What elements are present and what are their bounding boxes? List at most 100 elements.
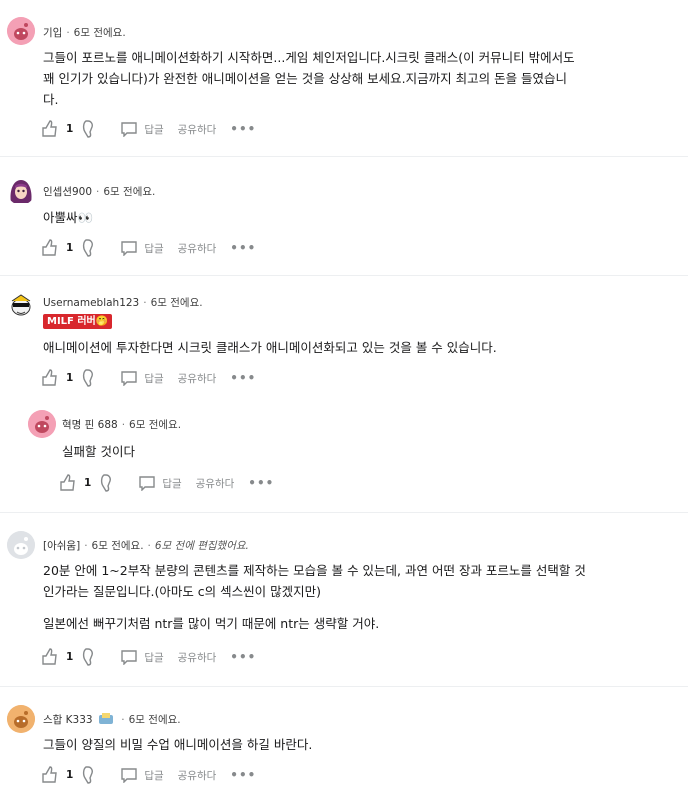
- upvote-icon[interactable]: [40, 238, 60, 258]
- share-button[interactable]: 공유하다: [196, 476, 235, 491]
- comment-body: 그들이 양질의 비밀 수업 애니메이션을 하길 바란다.: [43, 734, 312, 755]
- username[interactable]: 기입: [43, 27, 62, 39]
- vote-count: 1: [66, 372, 74, 384]
- username[interactable]: [아쉬움]: [43, 540, 80, 552]
- timestamp[interactable]: 6모 전에요.: [103, 186, 155, 198]
- username[interactable]: 혁명 핀 688: [62, 419, 118, 431]
- comment-meta: 기입 · 6모 전에요.: [43, 26, 126, 40]
- reply-button[interactable]: 답글: [120, 240, 164, 256]
- upvote-icon[interactable]: [40, 368, 60, 388]
- reply-label: 답글: [144, 769, 164, 782]
- comment-actions: 1 답글 공유하다 •••: [40, 237, 256, 259]
- comment-actions: 1 답글 공유하다 •••: [40, 118, 256, 140]
- comment-body: 20분 안에 1~2부작 분량의 콘텐츠를 제작하는 모습을 볼 수 있는데, …: [43, 560, 586, 634]
- comment-actions: 1 답글 공유하다 •••: [40, 764, 256, 786]
- username[interactable]: Usernameblah123: [43, 297, 139, 309]
- more-options-button[interactable]: •••: [230, 241, 256, 255]
- downvote-icon[interactable]: [80, 647, 100, 667]
- more-options-button[interactable]: •••: [248, 476, 274, 490]
- separator-dot: ·: [121, 714, 125, 726]
- avatar[interactable]: [28, 410, 56, 438]
- reply-button[interactable]: 답글: [120, 649, 164, 665]
- avatar[interactable]: [7, 17, 35, 45]
- timestamp[interactable]: 6모 전에요.: [151, 297, 203, 309]
- comment-bubble-icon: [121, 650, 138, 665]
- separator-dot: ·: [96, 186, 100, 198]
- reply-label: 답글: [144, 651, 164, 664]
- comment-actions: 1 답글 공유하다 •••: [40, 646, 256, 668]
- comment-text: 일본에선 뻐꾸기처럼 ntr를 많이 먹기 때문에 ntr는 생략할 거야.: [43, 616, 380, 631]
- timestamp[interactable]: 6모 전에요.: [129, 419, 181, 431]
- share-button[interactable]: 공유하다: [178, 122, 217, 137]
- default-snoo-icon: [7, 531, 35, 559]
- comment-meta: Usernameblah123 · 6모 전에요.: [43, 296, 203, 310]
- snoo-icon: [28, 410, 56, 438]
- comment-text: 꽤 인기가 있습니다)가 완전한 애니메이션을 얻는 것을 상상해 보세요.지금…: [43, 71, 568, 86]
- more-options-button[interactable]: •••: [230, 768, 256, 782]
- comment-meta: 혁명 핀 688 · 6모 전에요.: [62, 418, 181, 432]
- upvote-icon[interactable]: [40, 119, 60, 139]
- downvote-icon[interactable]: [80, 368, 100, 388]
- comment-text: 인가라는 질문입니다.(아마도 c의 섹스씬이 많겠지만): [43, 584, 321, 599]
- reply-label: 답글: [162, 477, 182, 490]
- more-options-button[interactable]: •••: [230, 122, 256, 136]
- comment-text: 실패할 것이다: [62, 444, 135, 459]
- downvote-icon[interactable]: [80, 238, 100, 258]
- reply-label: 답글: [144, 123, 164, 136]
- share-button[interactable]: 공유하다: [178, 768, 217, 783]
- upvote-icon[interactable]: [40, 647, 60, 667]
- comment-bubble-icon: [121, 371, 138, 386]
- comment-bubble-icon: [121, 241, 138, 256]
- separator-dot: ·: [143, 297, 147, 309]
- timestamp[interactable]: 6모 전에요.: [129, 714, 181, 726]
- upvote-icon[interactable]: [40, 765, 60, 785]
- reply-button[interactable]: 답글: [120, 370, 164, 386]
- snoo-icon: [7, 705, 35, 733]
- comment-text: 20분 안에 1~2부작 분량의 콘텐츠를 제작하는 모습을 볼 수 있는데, …: [43, 563, 586, 578]
- comment-bubble-icon: [121, 768, 138, 783]
- vote-count: 1: [66, 769, 74, 781]
- comment-text: 그들이 양질의 비밀 수업 애니메이션을 하길 바란다.: [43, 737, 313, 752]
- downvote-icon[interactable]: [98, 473, 118, 493]
- separator-dot: ·: [121, 419, 126, 431]
- comment-bubble-icon: [139, 476, 156, 491]
- timestamp[interactable]: 6모 전에요.: [74, 27, 126, 39]
- separator-dot: ·: [147, 540, 151, 552]
- separator-dot: ·: [66, 27, 70, 39]
- divider: [0, 156, 688, 157]
- downvote-icon[interactable]: [80, 765, 100, 785]
- share-button[interactable]: 공유하다: [178, 371, 217, 386]
- award-icon: [98, 713, 113, 724]
- comment-body: 그들이 포르노를 애니메이션화하기 시작하면...게임 체인저입니다.시크릿 클…: [43, 47, 575, 110]
- reply-label: 답글: [144, 242, 164, 255]
- share-button[interactable]: 공유하다: [178, 241, 217, 256]
- share-button[interactable]: 공유하다: [178, 650, 217, 665]
- separator-dot: ·: [84, 540, 88, 552]
- reply-button[interactable]: 답글: [120, 121, 164, 137]
- vote-count: 1: [66, 123, 74, 135]
- comment-meta: 스합 K333 · 6모 전에요.: [43, 712, 181, 727]
- comment-body: 실패할 것이다: [62, 441, 135, 462]
- vote-count: 1: [66, 242, 74, 254]
- comment-text: 다.: [43, 92, 59, 107]
- anime-girl-icon: [10, 180, 32, 203]
- downvote-icon[interactable]: [80, 119, 100, 139]
- avatar[interactable]: [7, 531, 35, 559]
- vote-count: 1: [66, 651, 74, 663]
- more-options-button[interactable]: •••: [230, 371, 256, 385]
- avatar[interactable]: [7, 705, 35, 733]
- edited-label: 6모 전에 편집했어요.: [154, 540, 249, 552]
- reply-button[interactable]: 답글: [120, 767, 164, 783]
- upvote-icon[interactable]: [58, 473, 78, 493]
- sunglasses-snoo-icon: [11, 294, 31, 316]
- timestamp[interactable]: 6모 전에요.: [92, 540, 144, 552]
- comment-body: 애니메이션에 투자한다면 시크릿 클래스가 애니메이션화되고 있는 것을 볼 수…: [43, 337, 497, 358]
- username[interactable]: 인셉션900: [43, 186, 92, 198]
- comment-text: 그들이 포르노를 애니메이션화하기 시작하면...게임 체인저입니다.시크릿 클…: [43, 50, 575, 65]
- comment-text: 아뿔싸👀: [43, 210, 94, 225]
- username[interactable]: 스합 K333: [43, 714, 93, 726]
- more-options-button[interactable]: •••: [230, 650, 256, 664]
- reply-button[interactable]: 답글: [138, 475, 182, 491]
- avatar[interactable]: [7, 291, 35, 319]
- avatar[interactable]: [7, 177, 35, 205]
